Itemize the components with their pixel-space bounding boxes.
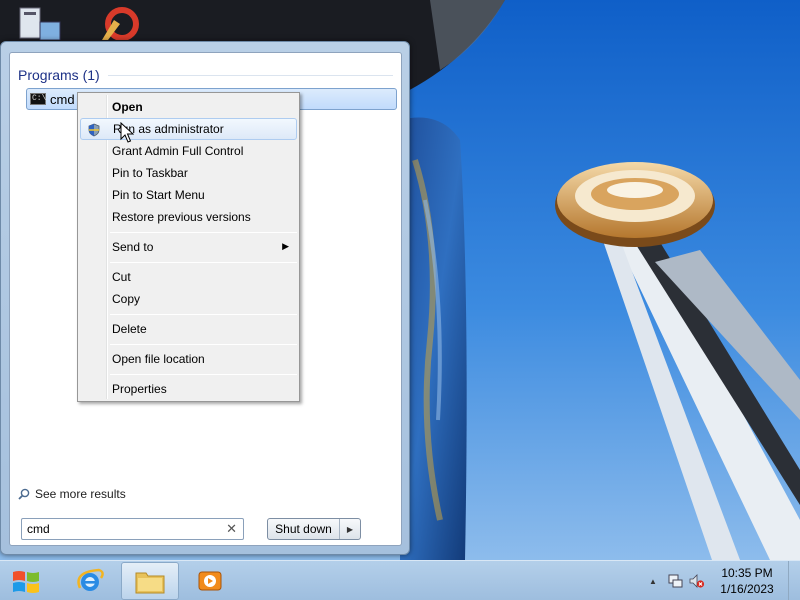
menu-item-pin-to-taskbar[interactable]: Pin to Taskbar [80, 162, 297, 184]
submenu-arrow-icon: ▶ [282, 241, 289, 251]
show-desktop-button[interactable] [788, 561, 800, 600]
volume-muted-icon[interactable] [686, 573, 708, 589]
clear-search-icon[interactable]: ✕ [226, 521, 237, 537]
search-text: cmd [27, 522, 50, 536]
shutdown-options-arrow-icon[interactable]: ▶ [340, 519, 360, 539]
menu-item-properties[interactable]: Properties [80, 378, 297, 400]
clock-date: 1/16/2023 [720, 582, 774, 596]
taskbar: ▲ 10:35 PM 1/16/2023 [0, 560, 800, 600]
taskbar-internet-explorer[interactable] [61, 562, 119, 600]
cmd-icon: C:\ [30, 93, 47, 105]
menu-item-open[interactable]: Open [80, 96, 297, 118]
menu-separator [110, 232, 297, 233]
network-icon[interactable] [664, 573, 686, 589]
uac-shield-icon [88, 123, 100, 137]
menu-item-run-as-administrator[interactable]: Run as administrator [80, 118, 297, 140]
see-more-results-link[interactable]: See more results [18, 485, 126, 503]
menu-item-delete[interactable]: Delete [80, 318, 297, 340]
file-explorer-icon [135, 572, 165, 594]
ccleaner-desktop-icon[interactable] [96, 0, 142, 40]
windows-logo-icon [13, 571, 39, 593]
menu-item-copy[interactable]: Copy [80, 288, 297, 310]
menu-item-restore-previous-versions[interactable]: Restore previous versions [80, 206, 297, 228]
start-search-input[interactable]: cmd ✕ [21, 518, 244, 540]
section-divider [107, 74, 393, 76]
media-player-icon [198, 571, 222, 591]
taskbar-media-player[interactable] [181, 562, 239, 600]
programs-section-header: Programs (1) [18, 66, 393, 84]
menu-separator [110, 344, 297, 345]
clock-time: 10:35 PM [721, 566, 773, 580]
computer-desktop-icon[interactable] [18, 0, 62, 40]
section-title: Programs (1) [18, 67, 100, 83]
menu-separator [110, 314, 297, 315]
magnifier-icon [18, 488, 30, 500]
internet-explorer-icon [77, 568, 104, 591]
see-more-label: See more results [35, 487, 126, 501]
chevron-up-icon: ▲ [649, 576, 657, 586]
menu-item-open-file-location[interactable]: Open file location [80, 348, 297, 370]
start-button[interactable] [6, 565, 46, 599]
system-clock[interactable]: 10:35 PM 1/16/2023 [710, 565, 784, 597]
menu-separator [110, 374, 297, 375]
menu-item-grant-admin-full-control[interactable]: Grant Admin Full Control [80, 140, 297, 162]
menu-item-send-to[interactable]: Send to ▶ [80, 236, 297, 258]
menu-separator [110, 262, 297, 263]
notification-area: ▲ 10:35 PM 1/16/2023 [642, 561, 800, 600]
program-label: cmd [50, 91, 75, 107]
show-hidden-icons-button[interactable]: ▲ [642, 577, 664, 586]
menu-item-cut[interactable]: Cut [80, 266, 297, 288]
taskbar-file-explorer[interactable] [121, 562, 179, 600]
shutdown-button[interactable]: Shut down ▶ [267, 518, 361, 540]
context-menu: Open Run as administrator Grant Admin Fu… [77, 92, 300, 402]
shutdown-label[interactable]: Shut down [268, 519, 340, 539]
menu-item-pin-to-start-menu[interactable]: Pin to Start Menu [80, 184, 297, 206]
mouse-cursor-icon [120, 122, 134, 143]
